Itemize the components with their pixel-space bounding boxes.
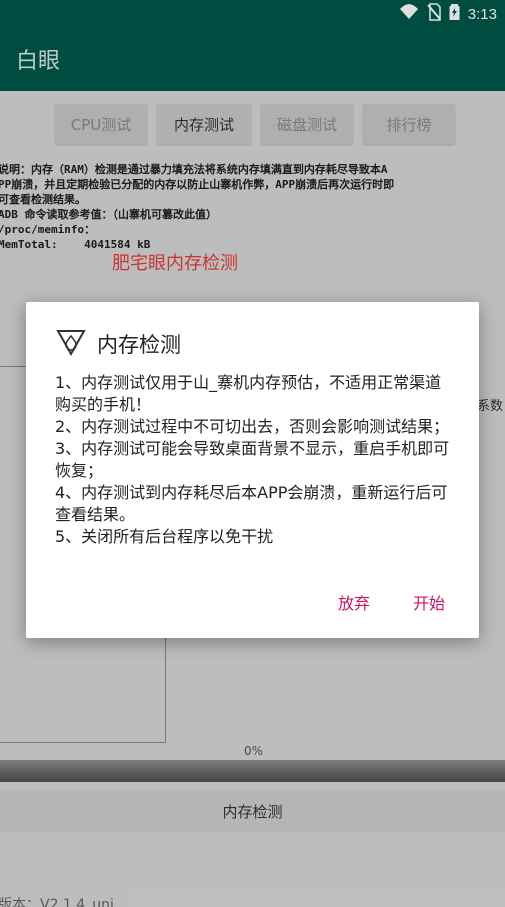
dialog-title: 内存检测 (97, 333, 181, 357)
dialog-actions: 放弃 开始 (338, 590, 445, 614)
memory-test-dialog: 内存检测 1、内存测试仅用于山_寨机内存预估，不适用正常渠道购买的手机！ 2、内… (26, 302, 479, 638)
dialog-line: 3、内存测试可能会导致桌面背景不显示，重启手机即可恢复； (55, 439, 450, 480)
cancel-button[interactable]: 放弃 (338, 590, 370, 614)
shield-drop-icon (55, 328, 87, 360)
dialog-header: 内存检测 (55, 328, 181, 360)
dialog-line: 1、内存测试仅用于山_寨机内存预估，不适用正常渠道购买的手机！ (55, 373, 442, 414)
start-button[interactable]: 开始 (413, 590, 445, 614)
dialog-line: 4、内存测试到内存耗尽后本APP会崩溃，重新运行后可查看结果。 (55, 483, 448, 524)
dialog-line: 5、关闭所有后台程序以免干扰 (55, 527, 274, 546)
dialog-line: 2、内存测试过程中不可切出去，否则会影响测试结果； (55, 417, 450, 436)
dialog-body: 1、内存测试仅用于山_寨机内存预估，不适用正常渠道购买的手机！ 2、内存测试过程… (55, 372, 453, 548)
